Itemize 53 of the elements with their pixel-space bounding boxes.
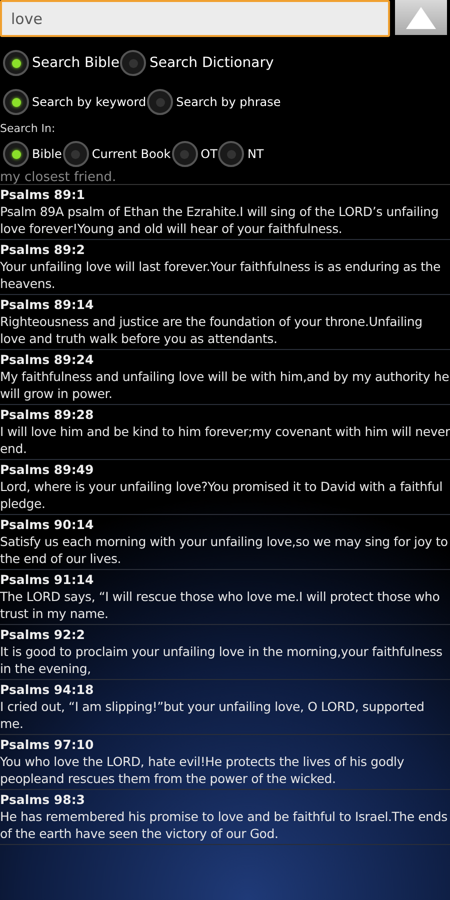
radio-label: OT: [200, 147, 218, 161]
triangle-icon: [406, 6, 436, 28]
verse-text[interactable]: Righteousness and justice are the foundation of your throne.Unfailing love and truth walk before you as attendants.: [0, 313, 450, 347]
radio-button[interactable]: [120, 50, 146, 76]
verse-text[interactable]: Psalm 89A psalm of Ethan the Ezrahite.I will sing of the LORD’s unfailing love forever!Young and old will hear of your faithfulness.: [0, 203, 450, 237]
radio-label: Bible: [32, 147, 62, 161]
radio-button[interactable]: [172, 141, 198, 167]
verse-text[interactable]: The LORD says, “I will rescue those who love me.I will protect those who trust in my name.: [0, 588, 450, 622]
verse-reference[interactable]: Psalms 92:2: [0, 626, 450, 643]
verse-text[interactable]: I cried out, “I am slipping!”but your unfailing love, O LORD, supported me.: [0, 698, 450, 732]
radio-label: Search by phrase: [176, 95, 281, 109]
radio-option[interactable]: Search by phrase: [147, 89, 281, 115]
radio-button[interactable]: [147, 89, 174, 115]
section-label: Search In:: [0, 122, 56, 135]
radio-option[interactable]: Search Bible: [3, 50, 120, 76]
verse-reference[interactable]: Psalms 94:18: [0, 681, 450, 698]
radio-label: Current Book: [92, 147, 171, 161]
search-field[interactable]: love: [0, 0, 390, 37]
verse-reference[interactable]: Psalms 89:14: [0, 296, 450, 313]
radio-label: Search Dictionary: [149, 55, 274, 71]
radio-option[interactable]: OT: [172, 141, 218, 167]
verse-reference[interactable]: Psalms 89:1: [0, 186, 450, 203]
verse-text[interactable]: Your unfailing love will last forever.Your faithfulness is as enduring as the heavens.: [0, 258, 450, 292]
verse-reference[interactable]: Psalms 89:24: [0, 351, 450, 368]
radio-button[interactable]: [3, 141, 29, 167]
verse-text[interactable]: I will love him and be kind to him forever;my covenant with him will never end.: [0, 423, 450, 457]
verse-text: my closest friend.: [0, 171, 450, 185]
verse-reference[interactable]: Psalms 89:28: [0, 406, 450, 423]
verse-reference[interactable]: Psalms 98:3: [0, 791, 450, 808]
radio-option[interactable]: Current Book: [62, 141, 171, 167]
verse-text[interactable]: Satisfy us each morning with your unfailing love,so we may sing for joy to the end of our lives.: [0, 533, 450, 567]
verse-reference[interactable]: Psalms 89:49: [0, 461, 450, 478]
radio-button[interactable]: [3, 50, 29, 76]
radio-label: Search Bible: [32, 55, 120, 71]
verse-text[interactable]: My faithfulness and unfailing love will be with him,and by my authority he will grow in power.: [0, 368, 450, 402]
verse-text[interactable]: It is good to proclaim your unfailing love in the morning,your faithfulness in the evening,: [0, 643, 450, 677]
radio-option[interactable]: NT: [218, 141, 264, 167]
verse-reference[interactable]: Psalms 90:14: [0, 516, 450, 533]
verse-reference[interactable]: Psalms 91:14: [0, 571, 450, 588]
verse-text[interactable]: He has remembered his promise to love and be faithful to Israel.The ends of the earth have seen the victory of our God.: [0, 808, 450, 842]
radio-label: Search by keyword: [32, 95, 146, 109]
radio-button[interactable]: [218, 141, 244, 167]
radio-option[interactable]: Bible: [3, 141, 62, 167]
radio-button[interactable]: [3, 89, 29, 115]
verse-reference[interactable]: Psalms 97:10: [0, 736, 450, 753]
verse-text[interactable]: Lord, where is your unfailing love?You promised it to David with a faithful pledge.: [0, 478, 450, 512]
radio-option[interactable]: Search Dictionary: [120, 50, 274, 76]
verse-reference[interactable]: Psalms 89:2: [0, 241, 450, 258]
radio-button[interactable]: [62, 141, 89, 167]
radio-option[interactable]: Search by keyword: [3, 89, 146, 115]
radio-label: NT: [247, 147, 264, 161]
scroll-up-button[interactable]: [395, 0, 447, 35]
verse-text[interactable]: You who love the LORD, hate evil!He protects the lives of his godly peopleand rescues them from the power of the wicked.: [0, 753, 450, 787]
